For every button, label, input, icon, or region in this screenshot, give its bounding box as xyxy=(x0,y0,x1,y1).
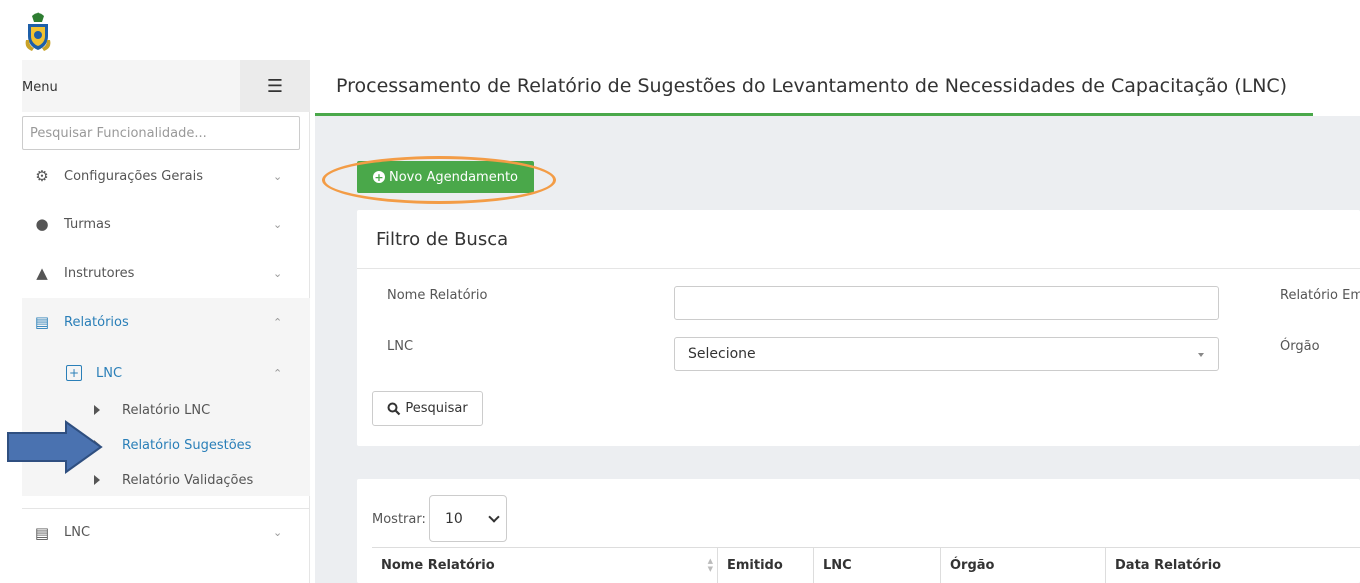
sort-icon: ▲ ▼ xyxy=(707,557,713,573)
chevron-up-icon: ⌃ xyxy=(273,366,283,380)
sidebar-item-instrutores[interactable]: ▲ Instrutores ⌄ xyxy=(22,249,310,297)
search-filter-panel: Filtro de Busca Nome Relatório Relatório… xyxy=(357,210,1360,446)
sidebar-item-label: Turmas xyxy=(64,216,111,232)
page-size-select[interactable]: 10 xyxy=(429,495,507,542)
column-header-label: Emitido xyxy=(727,558,783,573)
column-header-orgao[interactable]: Órgão xyxy=(940,547,1105,583)
column-header-nome-relatorio[interactable]: Nome Relatório ▲ ▼ xyxy=(372,547,717,583)
file-icon: ▤ xyxy=(34,313,50,331)
chevron-down-icon: ⌄ xyxy=(273,217,283,231)
new-schedule-label: Novo Agendamento xyxy=(388,169,518,185)
users-icon: ● xyxy=(35,215,49,233)
header-underline xyxy=(315,113,1313,116)
chevron-down-icon: ⌄ xyxy=(273,169,283,183)
page-title: Processamento de Relatório de Sugestões … xyxy=(336,75,1288,97)
lnc-select-value: Selecione xyxy=(688,346,756,362)
org-label: Órgão xyxy=(1280,339,1320,354)
show-entries-label: Mostrar: xyxy=(372,512,426,527)
graduation-cap-icon: ▲ xyxy=(36,264,48,282)
magnifier-icon xyxy=(387,402,401,415)
search-button[interactable]: Pesquisar xyxy=(372,391,483,426)
submenu-leaf-relatorio-validacoes[interactable]: Relatório Validações xyxy=(94,469,253,491)
sidebar-item-label: Instrutores xyxy=(64,265,135,281)
results-table-panel: Mostrar: 10 Nome Relatório ▲ ▼ Emitido LN… xyxy=(357,479,1360,583)
chevron-down-icon: ⌄ xyxy=(273,526,283,539)
submenu-leaf-label: Relatório Validações xyxy=(122,472,254,488)
new-schedule-button[interactable]: + Novo Agendamento xyxy=(357,161,534,193)
submenu-leaf-label: Relatório Sugestões xyxy=(122,437,252,453)
plus-square-icon: + xyxy=(66,365,82,381)
server-icon: ▤ xyxy=(34,523,50,542)
column-header-label: LNC xyxy=(823,558,852,573)
submenu-item-label: LNC xyxy=(96,365,123,381)
plus-circle-icon: + xyxy=(372,170,385,184)
submenu-leaf-label: Relatório LNC xyxy=(122,402,211,418)
menu-label: Menu xyxy=(22,80,58,95)
submenu-leaf-relatorio-lnc[interactable]: Relatório LNC xyxy=(94,399,210,421)
hamburger-icon: ☰ xyxy=(266,75,284,97)
caret-right-icon xyxy=(94,405,100,415)
chevron-down-icon: ⌄ xyxy=(273,266,283,280)
sidebar-item-relatorios[interactable]: ▤ Relatórios ⌃ xyxy=(22,298,310,346)
chevron-up-icon: ⌃ xyxy=(273,315,283,329)
report-name-label: Nome Relatório xyxy=(387,288,488,303)
column-header-lnc[interactable]: LNC xyxy=(813,547,940,583)
sidebar-item-lnc[interactable]: ▤ LNC ⌄ xyxy=(22,508,310,556)
search-button-label: Pesquisar xyxy=(405,401,468,416)
column-header-label: Órgão xyxy=(950,558,995,573)
sidebar-item-turmas[interactable]: ● Turmas ⌄ xyxy=(22,200,310,248)
filter-divider xyxy=(357,268,1360,269)
column-header-label: Data Relatório xyxy=(1115,558,1222,573)
lnc-label: LNC xyxy=(387,339,414,354)
sidebar-item-label: LNC xyxy=(64,525,91,540)
submenu-item-lnc[interactable]: + LNC ⌃ xyxy=(66,360,310,386)
sidebar-item-configuracoes-gerais[interactable]: ⚙ Configurações Gerais ⌄ xyxy=(22,152,310,200)
column-header-emitido[interactable]: Emitido xyxy=(717,547,813,583)
sidebar-header: Menu ☰ xyxy=(22,60,310,112)
chevron-down-icon xyxy=(488,511,500,523)
page-size-value: 10 xyxy=(445,510,463,527)
coat-of-arms-logo xyxy=(25,12,51,51)
column-header-data-relatorio[interactable]: Data Relatório xyxy=(1105,547,1360,583)
submenu-leaf-relatorio-sugestoes[interactable]: Relatório Sugestões xyxy=(94,434,251,456)
lnc-select[interactable]: Selecione xyxy=(674,337,1219,371)
report-name-input[interactable] xyxy=(674,286,1219,320)
hamburger-toggle-button[interactable]: ☰ xyxy=(240,60,310,112)
filter-title: Filtro de Busca xyxy=(376,229,509,250)
main-content: Processamento de Relatório de Sugestões … xyxy=(315,60,1360,583)
report-emitted-label: Relatório Em xyxy=(1280,288,1360,303)
arrow-right-icon xyxy=(7,420,103,474)
caret-right-icon xyxy=(94,475,100,485)
top-bar xyxy=(0,0,1360,60)
page-header: Processamento de Relatório de Sugestões … xyxy=(315,60,1360,116)
caret-down-icon xyxy=(1198,353,1204,357)
functionality-search-input[interactable] xyxy=(22,116,300,150)
sidebar-item-label: Relatórios xyxy=(64,314,129,330)
sidebar: Menu ☰ ⚙ Configurações Gerais ⌄ ● Turmas… xyxy=(22,60,310,583)
column-header-label: Nome Relatório xyxy=(381,558,495,573)
gears-icon: ⚙ xyxy=(35,167,49,185)
sidebar-item-label: Configurações Gerais xyxy=(64,168,204,184)
